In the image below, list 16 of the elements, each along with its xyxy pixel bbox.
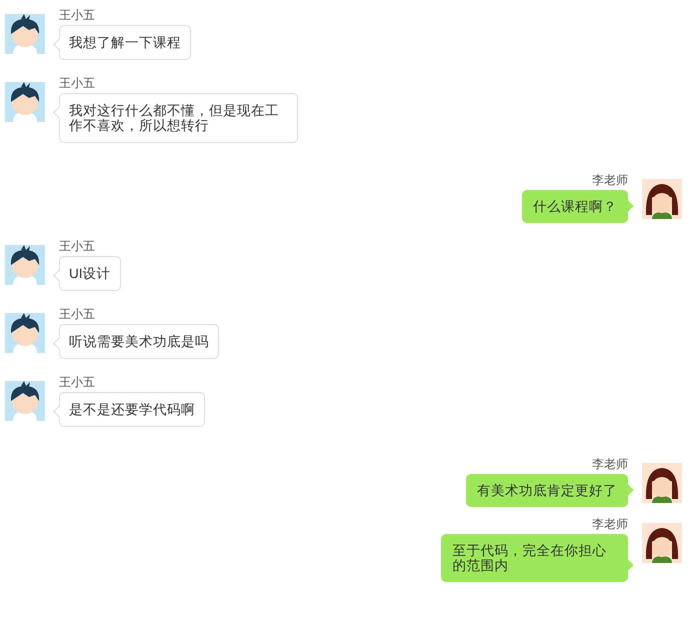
sender-name: 王小五 [59,307,95,321]
sender-name: 李老师 [592,457,628,471]
avatar-icon [642,463,682,503]
avatar-icon [5,313,45,353]
sender-name: 李老师 [592,517,628,531]
avatar-icon [5,381,45,421]
sender-name: 李老师 [592,173,628,187]
avatar-icon [5,245,45,285]
avatar-icon [642,523,682,563]
sender-name: 王小五 [59,8,95,22]
sender-name: 王小五 [59,375,95,389]
sender-name: 王小五 [59,239,95,253]
avatar-icon [5,82,45,122]
sender-name: 王小五 [59,76,95,90]
avatar-icon [642,179,682,219]
avatar-icon [5,14,45,54]
